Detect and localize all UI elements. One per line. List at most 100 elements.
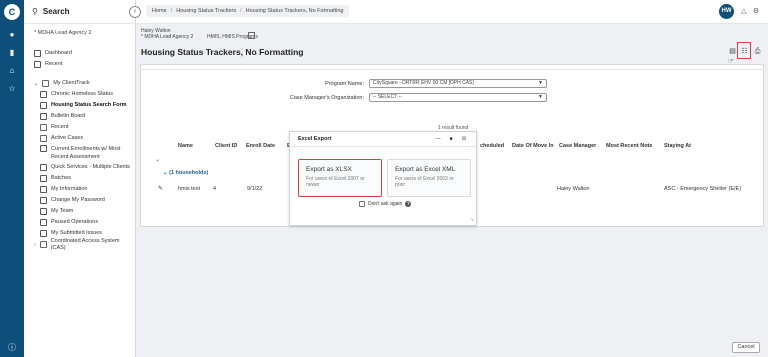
sidebar-item-label: Paused Operations bbox=[51, 219, 99, 225]
folder-icon bbox=[42, 80, 50, 87]
sidebar-item-chronic-homeless[interactable]: Chronic Homeless Status bbox=[24, 89, 135, 100]
key-icon bbox=[40, 197, 47, 204]
sidebar-item-current-enrollments[interactable]: Current Enrollments w/ Most Recent Asses… bbox=[24, 144, 135, 162]
sidebar-item-label: Batches bbox=[51, 175, 71, 181]
expand-icon[interactable] bbox=[248, 32, 255, 39]
excel-export-dialog: Excel Export — ■ ☒ Export as XLSX For us… bbox=[289, 131, 477, 226]
folder-icon bbox=[40, 135, 47, 142]
cell-client-id: 4 bbox=[213, 186, 217, 192]
cell-enroll-date: 9/1/22 bbox=[247, 186, 263, 192]
col-header-enroll-date[interactable]: Enroll Date bbox=[246, 143, 275, 149]
search-icon: ⚲ bbox=[32, 7, 38, 16]
program-name-select[interactable]: CitySquare - DRTRR EHV 00 CM [DPH CAS] ▼ bbox=[369, 79, 547, 88]
cell-name[interactable]: hmis test bbox=[178, 186, 200, 192]
avatar[interactable]: HW bbox=[719, 4, 734, 19]
org-value: -- SELECT -- bbox=[373, 94, 402, 100]
sidebar-search[interactable]: ⚲ Search bbox=[24, 0, 135, 24]
sidebar-item-paused-operations[interactable]: Paused Operations bbox=[24, 217, 135, 228]
sidebar-item-batches[interactable]: Batches bbox=[24, 173, 135, 184]
top-bar: Home / Housing Status Trackers / Housing… bbox=[136, 0, 768, 24]
sidebar-item-active-cases[interactable]: Active Cases bbox=[24, 133, 135, 144]
sidebar-item-dashboard[interactable]: Dashboard bbox=[24, 48, 135, 59]
home-icon[interactable]: ⌂ bbox=[7, 66, 17, 76]
sidebar-item-label: Recent bbox=[45, 61, 63, 67]
dont-ask-row: Don't ask again ? bbox=[359, 201, 412, 207]
sidebar-item-label: Change My Password bbox=[51, 197, 105, 203]
export-pdf-icon[interactable]: ▤ bbox=[728, 47, 737, 56]
col-header-name[interactable]: Name bbox=[178, 143, 193, 149]
breadcrumb-home[interactable]: Home bbox=[152, 8, 167, 14]
col-header-scheduled[interactable]: cheduled bbox=[480, 143, 504, 149]
list-icon bbox=[40, 102, 47, 109]
chevron-down-icon: ⌄ bbox=[163, 170, 168, 176]
export-xml-option[interactable]: Export as Excel XML For users of Excel 2… bbox=[387, 159, 471, 197]
list-icon bbox=[40, 145, 47, 152]
col-header-staying-at[interactable]: Staying At bbox=[664, 143, 691, 149]
chevron-down-icon[interactable]: ⌄ bbox=[155, 156, 160, 163]
sidebar-agency: * MDHA Lead Agency 2 bbox=[34, 30, 92, 36]
cell-staying-at: ASC - Emergency Shelter (E/E) bbox=[664, 186, 742, 192]
people-icon bbox=[40, 164, 47, 171]
col-header-recent-note[interactable]: Most Recent Note bbox=[606, 143, 652, 149]
gear-icon[interactable]: ⚙ bbox=[752, 8, 760, 16]
breadcrumb-separator: / bbox=[240, 8, 242, 14]
sidebar-item-my-clienttrack[interactable]: ⌄ My ClientTrack bbox=[24, 78, 135, 89]
sidebar-item-label: Recent bbox=[51, 124, 69, 130]
household-group[interactable]: ⌄ (1 households) bbox=[163, 170, 208, 176]
cancel-button[interactable]: Cancel bbox=[732, 342, 760, 353]
sidebar-item-label: My ClientTrack bbox=[53, 80, 90, 86]
close-icon[interactable]: ☒ bbox=[461, 137, 467, 142]
col-header-case-manager[interactable]: Case Manager bbox=[559, 143, 596, 149]
minimize-icon[interactable]: — bbox=[435, 137, 441, 142]
flag-icon bbox=[34, 61, 41, 68]
sidebar-item-label: Quick Services - Multiple Clients bbox=[51, 164, 130, 170]
breadcrumb-level1[interactable]: Housing Status Trackers bbox=[176, 8, 236, 14]
sidebar-item-recent[interactable]: Recent bbox=[24, 59, 135, 70]
sidebar-item-change-password[interactable]: Change My Password bbox=[24, 195, 135, 206]
export-xlsx-title: Export as XLSX bbox=[306, 166, 352, 173]
col-header-client-id[interactable]: Client ID bbox=[215, 143, 237, 149]
resize-handle-icon[interactable]: ↘ bbox=[470, 217, 474, 223]
sidebar-item-label: Coordinated Access System (CAS) bbox=[50, 237, 120, 251]
program-name-label: Program Name: bbox=[325, 81, 364, 87]
app-logo[interactable]: C bbox=[4, 4, 20, 20]
org-select[interactable]: -- SELECT -- ▼ bbox=[369, 93, 547, 102]
edit-icon[interactable]: ✎ bbox=[158, 185, 163, 192]
bell-icon[interactable]: △ bbox=[740, 8, 748, 16]
export-xlsx-desc: For users of Excel 2007 or newer bbox=[306, 176, 365, 188]
col-header-move-in[interactable]: Date Of Move In bbox=[512, 143, 554, 149]
panel-toolbar bbox=[141, 65, 763, 70]
sidebar-item-cas[interactable]: › Coordinated Access System (CAS) bbox=[24, 237, 135, 251]
list-icon bbox=[40, 230, 47, 237]
people-icon bbox=[40, 208, 47, 215]
chevron-down-icon: ⌄ bbox=[34, 80, 39, 87]
dashboard-icon bbox=[34, 50, 41, 57]
folder-icon bbox=[39, 241, 47, 248]
sidebar-item-quick-services[interactable]: Quick Services - Multiple Clients bbox=[24, 162, 135, 173]
program-name-value: CitySquare - DRTRR EHV 00 CM [DPH CAS] bbox=[373, 80, 474, 86]
breadcrumb-separator: / bbox=[170, 8, 173, 14]
sidebar-item-housing-status-search[interactable]: Housing Status Search Form bbox=[24, 100, 135, 111]
sidebar-item-my-team[interactable]: My Team bbox=[24, 206, 135, 217]
page-title: Housing Status Trackers, No Formatting bbox=[141, 47, 304, 57]
star-icon[interactable]: ☆ bbox=[7, 84, 17, 94]
dont-ask-checkbox[interactable] bbox=[359, 201, 365, 207]
export-xlsx-option[interactable]: Export as XLSX For users of Excel 2007 o… bbox=[298, 159, 382, 197]
chevron-down-icon: ▼ bbox=[538, 80, 543, 86]
sidebar-item-label: My Team bbox=[51, 208, 74, 214]
help-icon[interactable]: ? bbox=[405, 201, 412, 207]
restore-icon[interactable]: ■ bbox=[448, 137, 454, 142]
sidebar-item-bulletin-board[interactable]: Bulletin Board bbox=[24, 111, 135, 122]
board-icon bbox=[40, 113, 47, 120]
pause-icon bbox=[40, 219, 47, 226]
org-label: Case Manager's Organization: bbox=[289, 95, 364, 101]
document-icon[interactable]: ▮ bbox=[7, 48, 17, 58]
people-icon[interactable]: ● bbox=[7, 30, 17, 40]
sidebar-item-label: My Information bbox=[51, 186, 88, 192]
export-xml-title: Export as Excel XML bbox=[395, 166, 456, 173]
sidebar-item-my-information[interactable]: My Information bbox=[24, 184, 135, 195]
info-icon[interactable]: ⓘ bbox=[7, 343, 17, 353]
print-icon[interactable]: ⎙ bbox=[753, 47, 762, 56]
sidebar-item-recent-sub[interactable]: Recent bbox=[24, 122, 135, 133]
collapse-sidebar-button[interactable]: ‹ bbox=[129, 6, 141, 18]
